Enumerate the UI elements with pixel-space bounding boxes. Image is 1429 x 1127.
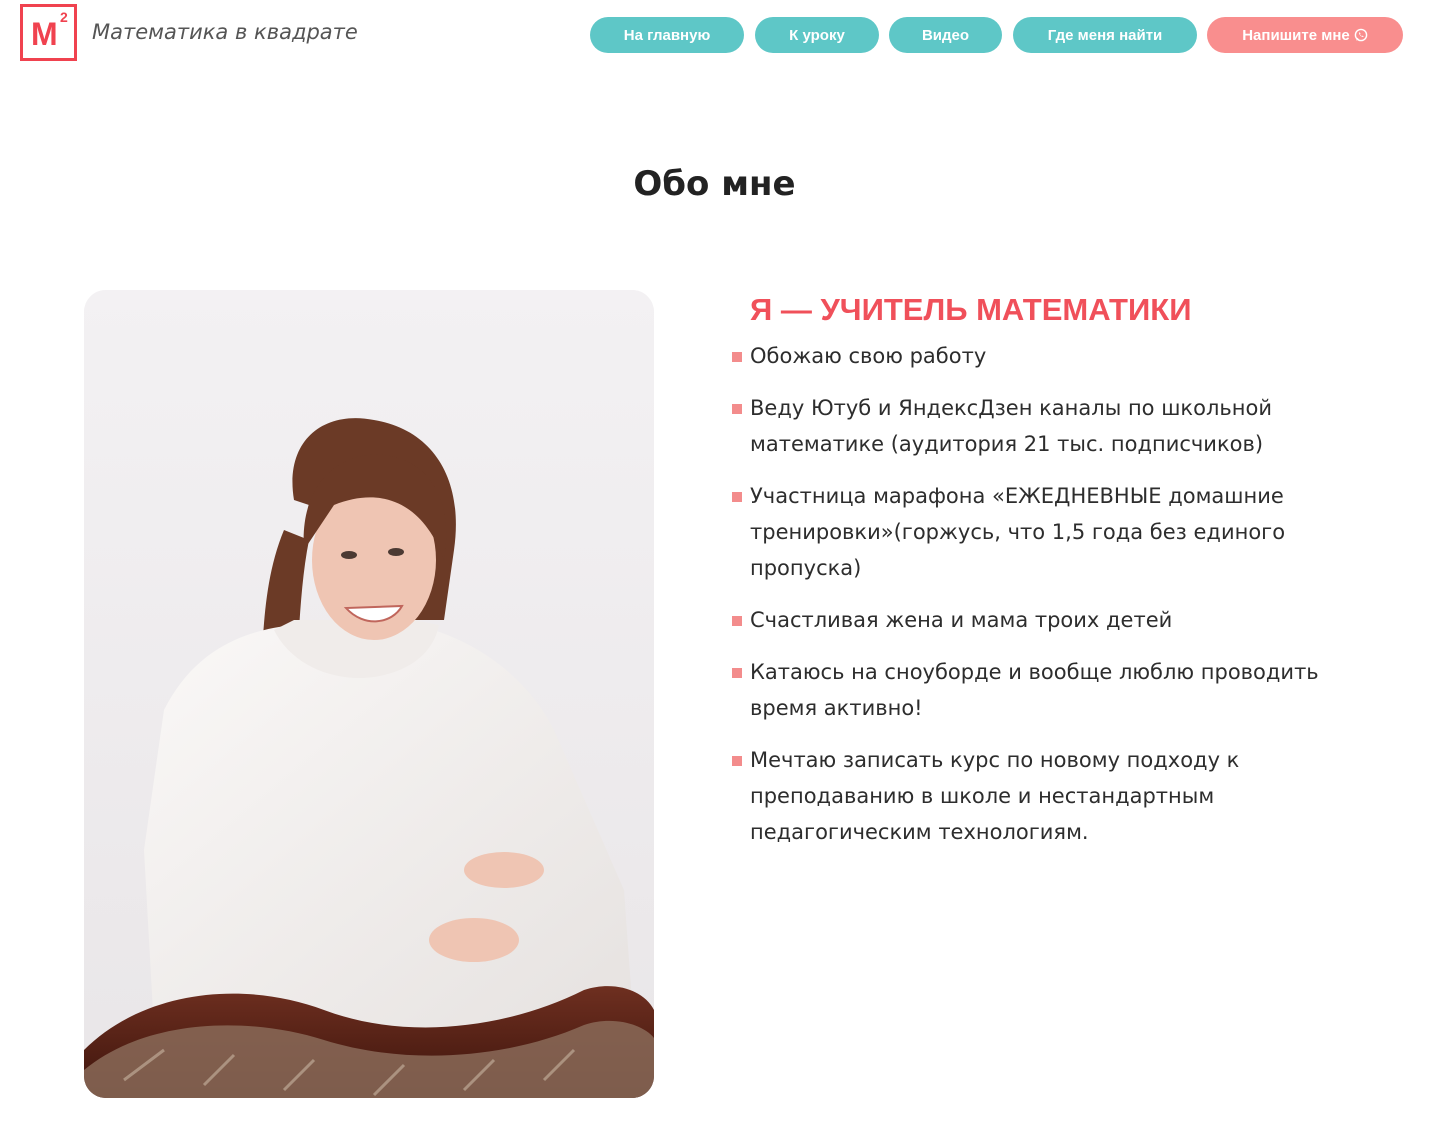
bullet-icon (732, 756, 742, 766)
nav-video-label: Видео (921, 26, 970, 44)
page: M 2 Математика в квадрате На главную К у… (0, 0, 1429, 1127)
nav-home-button[interactable]: На главную (590, 17, 744, 53)
fact-text: Катаюсь на сноуборде и вообще люблю пров… (750, 660, 1319, 720)
site-logo[interactable]: M 2 (20, 4, 77, 61)
bullet-icon (732, 492, 742, 502)
bullet-icon (732, 668, 742, 678)
fact-text: Счастливая жена и мама троих детей (750, 608, 1173, 632)
nav-home-label: На главную (623, 26, 711, 44)
bullet-icon (732, 352, 742, 362)
list-item: Участница марафона «ЕЖЕДНЕВНЫЕ домашние … (732, 478, 1332, 586)
nav-video-button[interactable]: Видео (889, 17, 1002, 53)
bullet-icon (732, 404, 742, 414)
list-item: Мечтаю записать курс по новому подходу к… (732, 742, 1332, 850)
facts-list: Обожаю свою работу Веду Ютуб и ЯндексДзе… (732, 338, 1332, 866)
about-subtitle: Я — УЧИТЕЛЬ МАТЕМАТИКИ (750, 292, 1192, 327)
nav-find-me-button[interactable]: Где меня найти (1013, 17, 1197, 53)
nav-lesson-label: К уроку (789, 26, 845, 44)
nav-contact-button[interactable]: Напишите мне (1207, 17, 1403, 53)
nav-lesson-button[interactable]: К уроку (755, 17, 879, 53)
site-name[interactable]: Математика в квадрате (92, 20, 358, 44)
page-title: Обо мне (633, 164, 796, 204)
whatsapp-icon (1354, 28, 1368, 42)
fact-text: Мечтаю записать курс по новому подходу к… (750, 748, 1240, 844)
logo-letter: M (31, 16, 58, 52)
fact-text: Обожаю свою работу (750, 344, 987, 368)
teacher-photo (84, 290, 654, 1098)
nav-contact-label: Напишите мне (1242, 26, 1350, 44)
nav-find-me-label: Где меня найти (1047, 26, 1163, 44)
bullet-icon (732, 616, 742, 626)
list-item: Катаюсь на сноуборде и вообще люблю пров… (732, 654, 1332, 726)
fact-text: Участница марафона «ЕЖЕДНЕВНЫЕ домашние … (750, 484, 1286, 580)
list-item: Обожаю свою работу (732, 338, 1332, 374)
list-item: Веду Ютуб и ЯндексДзен каналы по школьно… (732, 390, 1332, 462)
list-item: Счастливая жена и мама троих детей (732, 602, 1332, 638)
fact-text: Веду Ютуб и ЯндексДзен каналы по школьно… (750, 396, 1272, 456)
logo-superscript: 2 (60, 9, 68, 25)
